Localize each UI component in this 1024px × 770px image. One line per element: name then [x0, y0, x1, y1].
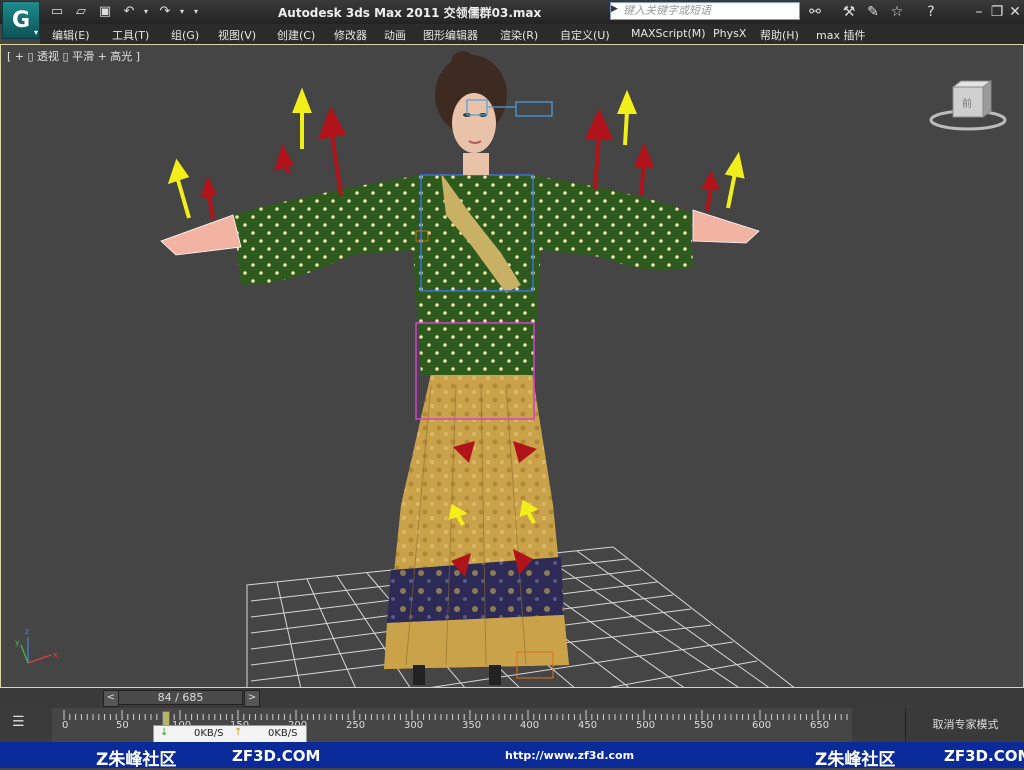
search-input[interactable]: 键入关键字或短语 [610, 2, 800, 20]
tick-label: 350 [462, 720, 482, 731]
next-frame-button[interactable]: > [244, 690, 260, 707]
menu-max-plugins[interactable]: max 插件 [816, 27, 865, 43]
axis-z-label: z [25, 627, 29, 636]
tick-label: 550 [694, 720, 714, 731]
window-title: Autodesk 3ds Max 2011 交领儒群03.max [278, 6, 542, 20]
menu-graph-editors[interactable]: 图形编辑器 [423, 27, 478, 43]
menu-create[interactable]: 创建(C) [277, 27, 315, 43]
close-icon[interactable]: ✕ [1006, 3, 1024, 21]
redo-icon[interactable]: ↷ [156, 3, 174, 21]
tick-label: 450 [578, 720, 598, 731]
restore-icon[interactable]: ❐ [988, 3, 1006, 21]
open-folder-icon[interactable]: ▱ [72, 3, 90, 21]
help-icon[interactable]: ? [922, 3, 940, 21]
binoculars-icon[interactable]: ⚯ [806, 3, 824, 21]
save-icon[interactable]: ▣ [96, 3, 114, 21]
tick-label: 500 [636, 720, 656, 731]
tick-label: 400 [520, 720, 540, 731]
app-logo-icon: G [11, 7, 31, 33]
undo-dropdown-icon[interactable]: ▾ [142, 3, 150, 21]
menu-maxscript[interactable]: MAXScript(M) [631, 27, 706, 40]
menu-animation[interactable]: 动画 [384, 27, 406, 43]
menu-bar: 编辑(E) 工具(T) 组(G) 视图(V) 创建(C) 修改器 动画 图形编辑… [40, 24, 1024, 44]
prev-frame-button[interactable]: < [103, 690, 119, 707]
tick-label: 0 [62, 720, 69, 731]
menu-edit[interactable]: 编辑(E) [52, 27, 90, 43]
menu-customize[interactable]: 自定义(U) [560, 27, 610, 43]
axis-tripod-icon [20, 637, 52, 664]
menu-help[interactable]: 帮助(H) [760, 27, 799, 43]
timeline-ticks [63, 710, 848, 720]
watermark-banner: Z朱峰社区 ZF3D.COM http://www.zf3d.com Z朱峰社区… [0, 742, 1024, 770]
watermark-url: http://www.zf3d.com [505, 749, 635, 762]
menu-physx[interactable]: PhysX [713, 27, 746, 40]
tools-icon[interactable]: ⚒ [840, 3, 858, 21]
redo-dropdown-icon[interactable]: ▾ [178, 3, 186, 21]
quick-access-dropdown-icon[interactable]: ▾ [192, 3, 200, 21]
app-menu-dropdown-icon: ▾ [33, 28, 38, 37]
viewport-scene: z x y 前 [15, 51, 1007, 687]
tick-label: 50 [116, 720, 129, 731]
favorites-star-icon[interactable]: ☆ [888, 3, 906, 21]
tick-label: 650 [810, 720, 830, 731]
tick-label: 250 [346, 720, 366, 731]
track-view-icon[interactable]: ☰ [12, 714, 32, 730]
download-arrow-icon: ↓ [160, 727, 169, 738]
undo-icon[interactable]: ↶ [120, 3, 138, 21]
perspective-viewport[interactable]: [ + ▯ 透视 ▯ 平滑 + 高光 ] z x y 前 [0, 44, 1024, 688]
watermark-site-left: ZF3D.COM [232, 747, 321, 765]
frame-counter[interactable]: 84 / 685 [118, 690, 243, 705]
time-slider[interactable]: < 84 / 685 > [0, 688, 1024, 708]
new-file-icon[interactable]: ▭ [48, 3, 66, 21]
menu-rendering[interactable]: 渲染(R) [500, 27, 538, 43]
watermark-site-right: ZF3D.COM [944, 747, 1024, 765]
cancel-expert-mode-button[interactable]: 取消专家模式 [905, 708, 1024, 742]
download-speed: 0KB/S [194, 728, 224, 739]
comm-center-icon[interactable]: ✎ [864, 3, 882, 21]
network-speed-widget: ↓ 0KB/S ↑ 0KB/S [153, 725, 307, 743]
character-head [435, 51, 553, 175]
tick-label: 600 [752, 720, 772, 731]
upload-speed: 0KB/S [268, 728, 298, 739]
character-skirt [384, 365, 569, 685]
menu-modifiers[interactable]: 修改器 [334, 27, 367, 43]
title-bar: ▭ ▱ ▣ ↶ ▾ ↷ ▾ ▾ Autodesk 3ds Max 2011 交领… [0, 0, 1024, 24]
menu-views[interactable]: 视图(V) [218, 27, 256, 43]
search-expand-icon[interactable]: ▶ [611, 4, 618, 14]
menu-tools[interactable]: 工具(T) [112, 27, 149, 43]
menu-group[interactable]: 组(G) [171, 27, 199, 43]
watermark-logo-right: Z朱峰社区 [815, 750, 896, 770]
upload-arrow-icon: ↑ [234, 727, 243, 738]
minimize-icon[interactable]: – [970, 3, 988, 21]
axis-y-label: y [15, 638, 20, 647]
watermark-logo-left: Z朱峰社区 [96, 750, 177, 770]
tick-label: 300 [404, 720, 424, 731]
viewcube-face-label: 前 [962, 97, 972, 110]
axis-x-label: x [53, 650, 58, 659]
application-button[interactable]: G ▾ [2, 1, 40, 39]
